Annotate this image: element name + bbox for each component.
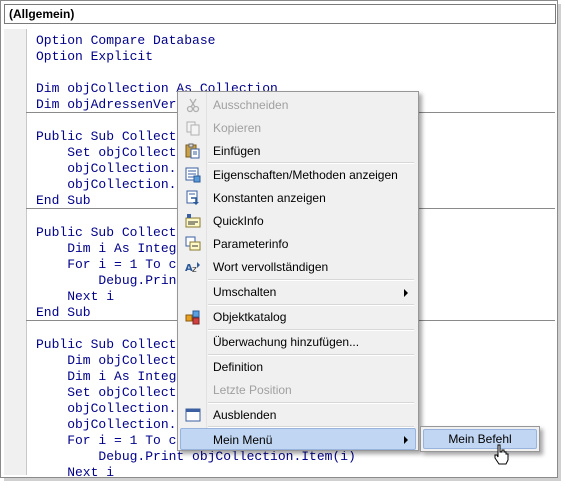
code-line: Next i (36, 465, 115, 478)
my-menu-submenu: Mein Befehl (420, 426, 540, 452)
menu-item-add-watch[interactable]: Überwachung hinzufügen... (180, 331, 416, 353)
menu-item-label: Parameterinfo (213, 237, 289, 251)
menu-item-my-menu[interactable]: Mein Menü (180, 428, 416, 450)
margin-indicator-bar (4, 29, 27, 475)
context-menu: Ausschneiden Kopieren Einfügen Eigenscha… (177, 91, 419, 451)
menu-item-label: Konstanten anzeigen (213, 191, 326, 205)
code-line: objCollection. (36, 177, 177, 192)
list-members-icon (185, 167, 201, 183)
code-line: Public Sub Collect (36, 129, 177, 144)
complete-word-icon: Az (185, 259, 201, 275)
submenu-arrow-icon (404, 436, 408, 444)
list-constants-icon (185, 190, 201, 206)
copy-icon (185, 120, 201, 136)
menu-item-quick-info[interactable]: QuickInfo (180, 210, 416, 232)
menu-item-label: Umschalten (213, 285, 277, 299)
code-line: End Sub (36, 193, 91, 208)
menu-item-label: Eigenschaften/Methoden anzeigen (213, 168, 398, 182)
menu-item-parameter-info[interactable]: Parameterinfo (180, 233, 416, 255)
menu-item-list-constants[interactable]: Konstanten anzeigen (180, 187, 416, 209)
code-line: Debug.Print objCollection.Item(i) (36, 449, 356, 464)
code-line: Public Sub Collect (36, 225, 177, 240)
menu-item-label: Letzte Position (213, 383, 292, 397)
procedure-combo[interactable]: (Allgemein) (4, 4, 556, 24)
code-line: Debug.Prin (36, 273, 177, 288)
submenu-arrow-icon (404, 289, 408, 297)
code-line: For i = 1 To c (36, 257, 177, 272)
menu-item-paste[interactable]: Einfügen (180, 140, 416, 162)
code-line: Dim objAdressenVer (36, 97, 177, 112)
menu-item-object-browser[interactable]: Objektkatalog (180, 306, 416, 328)
code-line: Set objCollect (36, 145, 177, 160)
menu-item-label: Einfügen (213, 144, 261, 158)
code-line: Next i (36, 289, 115, 304)
code-line: End Sub (36, 305, 91, 320)
hide-window-icon (185, 407, 201, 423)
code-line: Dim objCollect (36, 353, 177, 368)
code-line: objCollection. (36, 161, 177, 176)
window-shadow-right (558, 4, 561, 480)
menu-item-label: Definition (213, 360, 264, 374)
menu-item-toggle[interactable]: Umschalten (180, 281, 416, 303)
code-line: objCollection. (36, 417, 177, 432)
code-line: Option Explicit (36, 49, 154, 64)
quick-info-icon (185, 213, 201, 229)
menu-item-label: Ausblenden (213, 408, 277, 422)
code-line: Set objCollect (36, 385, 177, 400)
menu-item-hide[interactable]: Ausblenden (180, 404, 416, 426)
object-browser-icon (185, 309, 201, 325)
menu-item-complete-word[interactable]: Az Wort vervollständigen (180, 256, 416, 278)
menu-item-cut[interactable]: Ausschneiden (180, 94, 416, 116)
menu-item-list-members[interactable]: Eigenschaften/Methoden anzeigen (180, 164, 416, 186)
cut-icon (185, 97, 201, 113)
code-line: For i = 1 To c (36, 433, 177, 448)
menu-item-label: Ausschneiden (213, 98, 289, 112)
code-line: Dim i As Integ (36, 241, 177, 256)
menu-item-last-position[interactable]: Letzte Position (180, 379, 416, 401)
window-shadow-bottom (4, 478, 561, 481)
code-line: Public Sub Collect (36, 337, 177, 352)
menu-item-definition[interactable]: Definition (180, 356, 416, 378)
code-line: objCollection. (36, 401, 177, 416)
submenu-item-my-command[interactable]: Mein Befehl (423, 429, 537, 449)
menu-item-copy[interactable]: Kopieren (180, 117, 416, 139)
menu-item-label: Kopieren (213, 121, 262, 135)
code-line: Option Compare Database (36, 33, 216, 48)
code-line: Dim i As Integ (36, 369, 177, 384)
paste-icon (185, 143, 201, 159)
menu-item-label: Wort vervollständigen (213, 260, 329, 274)
menu-item-label: QuickInfo (213, 214, 264, 228)
menu-item-label: Überwachung hinzufügen... (213, 335, 360, 349)
menu-item-label: Objektkatalog (213, 310, 287, 324)
parameter-info-icon (185, 236, 201, 252)
menu-item-label: Mein Menü (213, 433, 273, 447)
svg-text:z: z (192, 265, 197, 275)
mouse-pointer-icon (493, 444, 509, 466)
